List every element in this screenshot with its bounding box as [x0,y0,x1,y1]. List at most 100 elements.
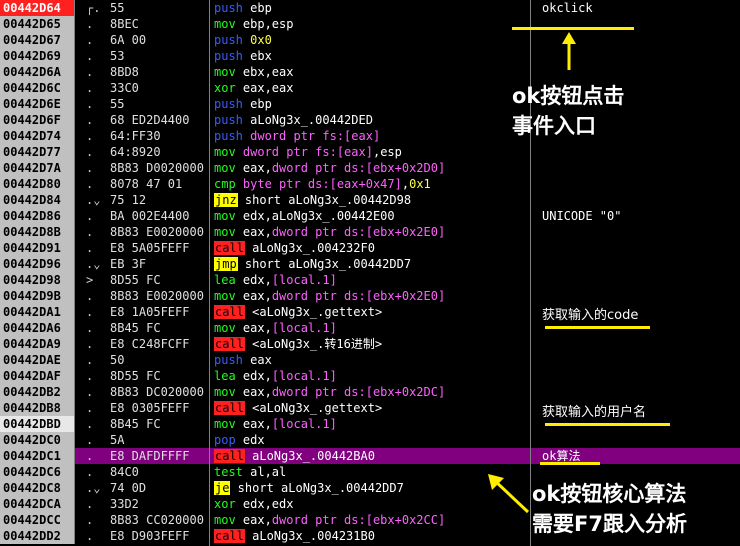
comment [542,272,740,288]
code-row[interactable]: 00442D98 >8D55 FC lea edx,[local.1] [0,272,740,288]
address-cell[interactable]: 00442DCA [0,496,75,512]
address-cell[interactable]: 00442DA1 [0,304,75,320]
address-cell[interactable]: 00442D6C [0,80,75,96]
operand: edx,edx [235,497,294,511]
hex-bytes: 64:FF30 [110,129,161,143]
operand: [local.1] [271,321,337,335]
jump-marker: . [86,113,94,127]
address-cell[interactable]: 00442DB8 [0,400,75,416]
okclick-underline [512,27,634,30]
address-cell[interactable]: 00442DC1 [0,448,75,464]
instruction: mov ebx,eax [214,64,528,80]
address-cell[interactable]: 00442D7A [0,160,75,176]
jump-marker: . [86,529,94,543]
address-cell[interactable]: 00442D77 [0,144,75,160]
code-row[interactable]: 00442D96 .⌄ EB 3F jmp short aLoNg3x_.00442D… [0,256,740,272]
instruction: mov eax,[local.1] [214,320,528,336]
hex-bytes: 55 [110,1,125,15]
operand: dword ptr ds:[ebx+0x2E0] [271,289,446,303]
address-cell[interactable]: 00442D74 [0,128,75,144]
mnemonic: mov [214,513,236,527]
address-cell[interactable]: 00442DCC [0,512,75,528]
address-cell[interactable]: 00442DAE [0,352,75,368]
address-cell[interactable]: 00442D65 [0,16,75,32]
operand: ebp,esp [235,17,294,31]
operand: eax, [235,225,272,239]
mnemonic: mov [214,65,236,79]
hex-bytes: 75 12 [110,193,147,207]
address-cell[interactable]: 00442D84 [0,192,75,208]
code-row[interactable]: 00442D69. 53 push ebx [0,48,740,64]
code-row[interactable]: 00442D9B. 8B83 E0020000 mov eax,dword ptr … [0,288,740,304]
jump-marker: . [86,17,94,31]
code-row[interactable]: 00442D74. 64:FF30 push dword ptr fs:[eax] [0,128,740,144]
address-cell[interactable]: 00442DBD [0,416,75,432]
comment [542,256,740,272]
address-cell[interactable]: 00442DD2 [0,528,75,544]
code-row[interactable]: 00442DB2. 8B83 DC020000 mov eax,dword ptr … [0,384,740,400]
hex-bytes: 8D55 FC [110,369,161,383]
operand: eax, [235,417,272,431]
code-row[interactable]: 00442D6C. 33C0 xor eax,eax [0,80,740,96]
operand: edx,aLoNg3x_.00442E00 [235,209,395,223]
operand: aLoNg3x_.004232F0 [244,241,375,255]
instruction: mov edx,aLoNg3x_.00442E00 [214,208,528,224]
code-row[interactable]: 00442D8B. 8B83 E0020000 mov eax,dword ptr … [0,224,740,240]
code-row[interactable]: 00442D86. BA 002E4400 mov edx,aLoNg3x_.004… [0,208,740,224]
mnemonic: call [214,529,245,543]
code-row[interactable]: 00442D67. 6A 00 push 0x0 [0,32,740,48]
code-row[interactable]: 00442D77. 64:8920 mov dword ptr fs:[eax],e… [0,144,740,160]
address-cell[interactable]: 00442D9B [0,288,75,304]
hex-bytes: 50 [110,353,125,367]
address-cell[interactable]: 00442D6F [0,112,75,128]
address-cell[interactable]: 00442D91 [0,240,75,256]
address-cell[interactable]: 00442D8B [0,224,75,240]
code-row[interactable]: 00442D64 ┌. 55 push ebp okclick [0,0,740,16]
address-cell[interactable]: 00442DC0 [0,432,75,448]
code-row[interactable]: 00442D7A. 8B83 D0020000 mov eax,dword ptr … [0,160,740,176]
address-cell[interactable]: 00442DC6 [0,464,75,480]
operand: [local.1] [271,369,337,383]
operand: dword ptr ds:[ebx+0x2E0] [271,225,446,239]
jump-marker: > [86,273,94,287]
code-row[interactable]: 00442D6F. 68 ED2D4400 push aLoNg3x_.00442D… [0,112,740,128]
code-row[interactable]: 00442DAE. 50 push eax [0,352,740,368]
hex-bytes: E8 D903FEFF [110,529,190,543]
code-row[interactable]: 00442DA9. E8 C248FCFF call <aLoNg3x_.转16进制… [0,336,740,352]
hex-bytes: 33C0 [110,81,139,95]
jump-marker: . [86,337,94,351]
instruction: xor eax,eax [214,80,528,96]
code-row[interactable]: 00442D80. 8078 47 01 cmp byte ptr ds:[eax+… [0,176,740,192]
address-cell[interactable]: 00442DB2 [0,384,75,400]
address-cell[interactable]: 00442D64 [0,0,75,16]
hex-bytes: 84C0 [110,465,139,479]
jump-marker: . [86,209,94,223]
address-cell[interactable]: 00442D6E [0,96,75,112]
jump-marker: . [86,465,94,479]
jump-marker: .⌄ [86,193,101,207]
diagonal-arrow-icon [488,474,530,514]
address-cell[interactable]: 00442D80 [0,176,75,192]
code-row[interactable]: 00442DAF. 8D55 FC lea edx,[local.1] [0,368,740,384]
jump-marker: . [86,225,94,239]
address-cell[interactable]: 00442DA6 [0,320,75,336]
hex-bytes: 8B45 FC [110,321,161,335]
address-cell[interactable]: 00442D69 [0,48,75,64]
address-cell[interactable]: 00442DA9 [0,336,75,352]
address-cell[interactable]: 00442D67 [0,32,75,48]
address-cell[interactable]: 00442DAF [0,368,75,384]
code-row[interactable]: 00442DC0. 5A pop edx [0,432,740,448]
address-cell[interactable]: 00442D6A [0,64,75,80]
code-row[interactable]: 00442D6A. 8BD8 mov ebx,eax [0,64,740,80]
operand: edx, [235,369,272,383]
address-cell[interactable]: 00442DC8 [0,480,75,496]
jump-marker: . [86,401,94,415]
code-row[interactable]: 00442DC1. E8 DAFDFFFF call aLoNg3x_.00442B… [0,448,740,464]
operand: al,al [242,465,287,479]
address-cell[interactable]: 00442D98 [0,272,75,288]
address-cell[interactable]: 00442D86 [0,208,75,224]
code-row[interactable]: 00442D84 .⌄ 75 12 jnz short aLoNg3x_.00442D… [0,192,740,208]
address-cell[interactable]: 00442D96 [0,256,75,272]
code-row[interactable]: 00442D6E. 55 push ebp [0,96,740,112]
code-row[interactable]: 00442D91. E8 5A05FEFF call aLoNg3x_.004232… [0,240,740,256]
